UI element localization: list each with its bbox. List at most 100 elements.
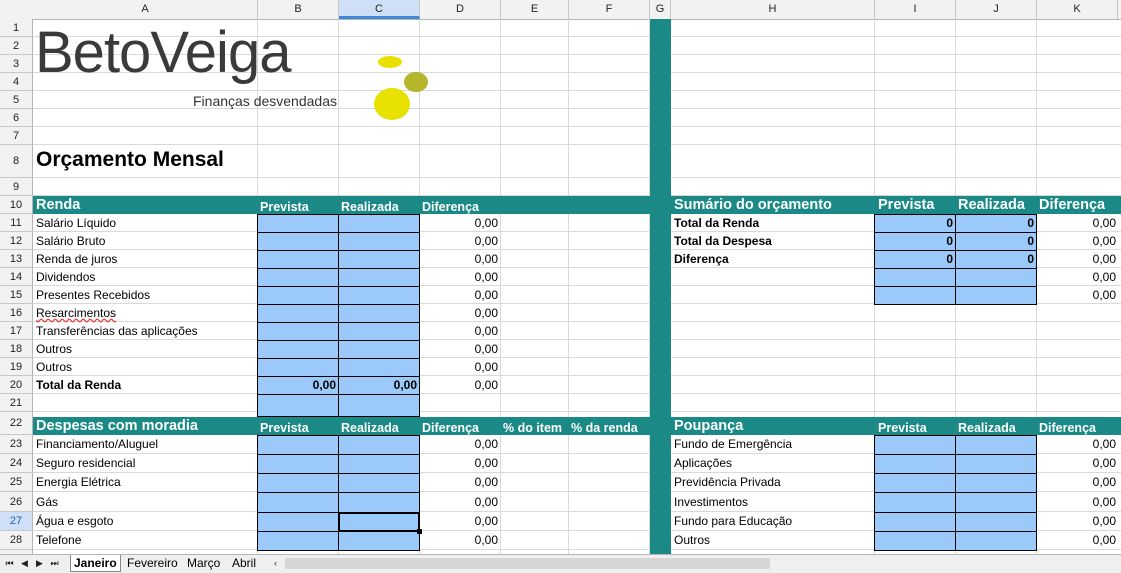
renda-prevista-input[interactable] [257,250,339,269]
renda-realizada-input[interactable] [338,232,420,251]
tab-abril[interactable]: Abril [229,555,259,571]
row-header-10[interactable]: 10 [0,196,33,214]
poupanca-prevista-input[interactable] [874,473,956,493]
despesas-prevista-input[interactable] [257,435,339,455]
despesas-item-label: Gás [36,495,59,509]
row-header-1[interactable]: 1 [0,19,33,37]
renda-prevista-input[interactable] [257,232,339,251]
despesas-prevista-input[interactable] [257,492,339,513]
despesas-prevista-input[interactable] [257,512,339,532]
column-header-j[interactable]: J [956,0,1037,19]
active-cell[interactable] [338,512,420,532]
row-header-15[interactable]: 15 [0,286,33,304]
column-header-g[interactable]: G [650,0,671,19]
row-header-6[interactable]: 6 [0,109,33,127]
first-sheet-icon[interactable]: ⏮ [3,557,16,570]
row-header-4[interactable]: 4 [0,73,33,91]
renda-prevista-input[interactable] [257,322,339,341]
row-header-12[interactable]: 12 [0,232,33,250]
despesas-realizada-input[interactable] [338,435,420,455]
poupanca-realizada-input[interactable] [955,473,1037,493]
column-header-i[interactable]: I [875,0,956,19]
row-header-18[interactable]: 18 [0,340,33,358]
row-header-16[interactable]: 16 [0,304,33,322]
poupanca-realizada-input[interactable] [955,531,1037,551]
despesas-prevista-input[interactable] [257,531,339,551]
renda-prevista-input[interactable] [257,358,339,377]
column-header-b[interactable]: B [258,0,339,19]
sumario-prevista-cell[interactable] [874,286,956,305]
spreadsheet-grid[interactable]: BetoVeiga Finanças desvendadas Orçamento… [33,19,1121,554]
row-header-7[interactable]: 7 [0,127,33,145]
scroll-left-icon[interactable]: ‹ [269,557,282,570]
prev-sheet-icon[interactable]: ◀ [18,557,31,570]
row-header-28[interactable]: 28 [0,531,33,550]
row-header-5[interactable]: 5 [0,91,33,109]
column-header-f[interactable]: F [569,0,650,19]
poupanca-realizada-input[interactable] [955,512,1037,532]
column-header-k[interactable]: K [1037,0,1118,19]
renda-realizada-input[interactable] [338,286,420,305]
row-header-2[interactable]: 2 [0,37,33,55]
poupanca-realizada-input[interactable] [955,454,1037,474]
poupanca-prevista-input[interactable] [874,454,956,474]
poupanca-realizada-input[interactable] [955,492,1037,513]
tab-janeiro[interactable]: Janeiro [70,555,121,572]
row-header-14[interactable]: 14 [0,268,33,286]
row-header-25[interactable]: 25 [0,473,33,492]
row-header-11[interactable]: 11 [0,214,33,232]
sumario-realizada-cell[interactable] [955,286,1037,305]
poupanca-prevista-input[interactable] [874,512,956,532]
renda-spacer-cell[interactable] [257,394,339,417]
renda-realizada-input[interactable] [338,214,420,233]
despesas-prevista-input[interactable] [257,473,339,493]
row-header-13[interactable]: 13 [0,250,33,268]
next-sheet-icon[interactable]: ▶ [33,557,46,570]
poupanca-prevista-input[interactable] [874,435,956,455]
row-header-3[interactable]: 3 [0,55,33,73]
renda-prevista-input[interactable] [257,286,339,305]
sumario-realizada-cell[interactable] [955,268,1037,287]
renda-prevista-input[interactable] [257,268,339,287]
row-header-24[interactable]: 24 [0,454,33,473]
renda-prevista-input[interactable] [257,340,339,359]
row-header-23[interactable]: 23 [0,435,33,454]
row-header-9[interactable]: 9 [0,178,33,196]
tab-marco[interactable]: Março [184,555,223,571]
row-header-21[interactable]: 21 [0,394,33,412]
renda-realizada-input[interactable] [338,268,420,287]
despesas-realizada-input[interactable] [338,531,420,551]
renda-prevista-input[interactable] [257,214,339,233]
despesas-realizada-input[interactable] [338,492,420,513]
row-header-8[interactable]: 8 [0,145,33,178]
row-header-26[interactable]: 26 [0,492,33,512]
renda-realizada-input[interactable] [338,304,420,323]
row-header-27[interactable]: 27 [0,512,33,531]
renda-realizada-input[interactable] [338,322,420,341]
sumario-prevista-cell[interactable] [874,268,956,287]
fill-handle[interactable] [417,529,422,534]
column-header-e[interactable]: E [501,0,569,19]
horizontal-scrollbar[interactable] [285,558,770,569]
despesas-realizada-input[interactable] [338,473,420,493]
poupanca-realizada-input[interactable] [955,435,1037,455]
column-header-d[interactable]: D [420,0,501,19]
column-header-c[interactable]: C [339,0,420,19]
row-header-22[interactable]: 22 [0,412,33,435]
renda-prevista-input[interactable] [257,304,339,323]
renda-realizada-input[interactable] [338,358,420,377]
despesas-realizada-input[interactable] [338,454,420,474]
despesas-prevista-input[interactable] [257,454,339,474]
poupanca-prevista-input[interactable] [874,531,956,551]
poupanca-prevista-input[interactable] [874,492,956,513]
tab-fevereiro[interactable]: Fevereiro [124,555,181,571]
renda-realizada-input[interactable] [338,340,420,359]
renda-realizada-input[interactable] [338,250,420,269]
column-header-h[interactable]: H [671,0,875,19]
row-header-20[interactable]: 20 [0,376,33,394]
renda-spacer-cell[interactable] [338,394,420,417]
column-header-a[interactable]: A [33,0,258,19]
row-header-19[interactable]: 19 [0,358,33,376]
last-sheet-icon[interactable]: ⏭ [48,557,61,570]
row-header-17[interactable]: 17 [0,322,33,340]
